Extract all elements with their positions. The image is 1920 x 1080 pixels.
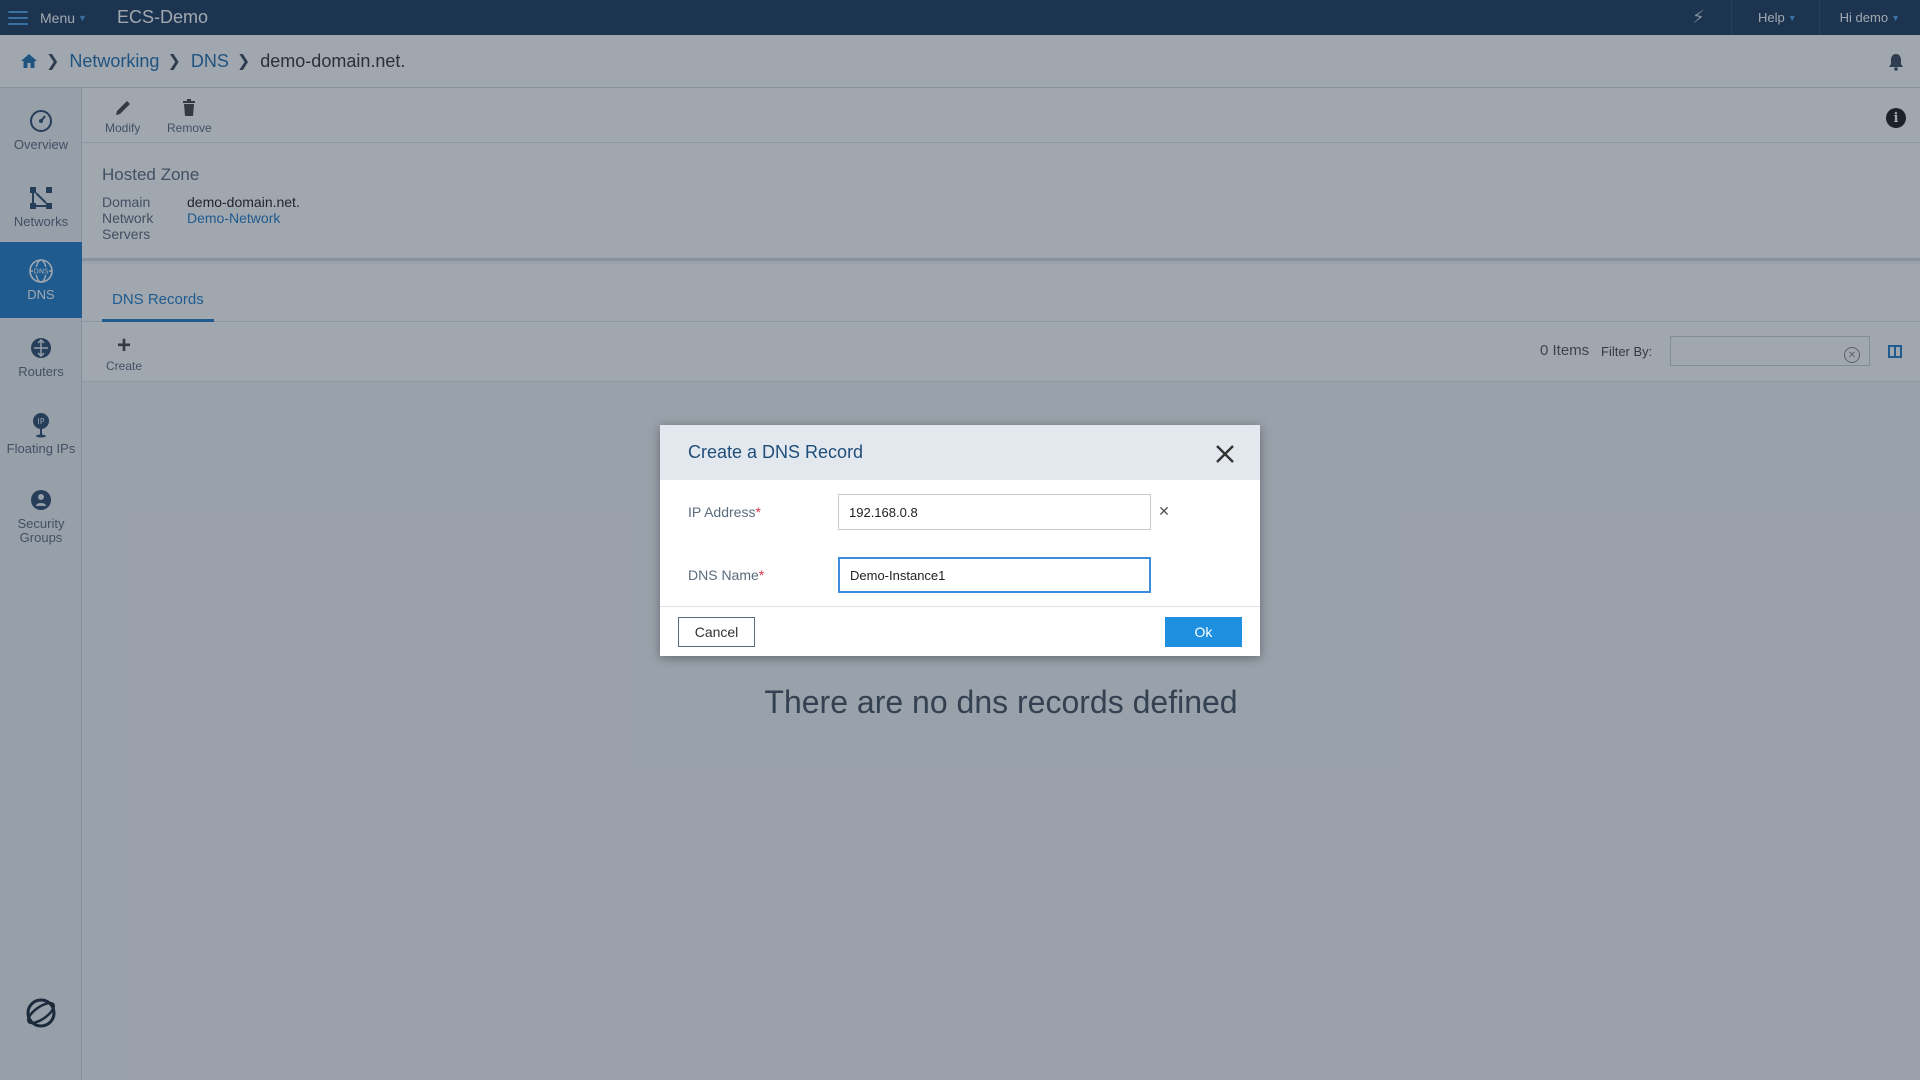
clear-input-icon[interactable]: ✕ (1156, 503, 1172, 519)
ip-address-input[interactable] (838, 494, 1151, 530)
dns-name-label: DNS Name* (688, 567, 765, 583)
cancel-button[interactable]: Cancel (678, 617, 755, 647)
dialog-footer: Cancel Ok (660, 606, 1260, 656)
dialog-title: Create a DNS Record (688, 442, 864, 462)
dns-name-row: DNS Name* (688, 556, 1248, 594)
ip-address-row: IP Address* ✕ (688, 493, 1248, 531)
dialog-header: Create a DNS Record (660, 425, 1260, 480)
ok-button[interactable]: Ok (1165, 617, 1242, 647)
close-icon[interactable] (1214, 443, 1236, 465)
ip-address-label: IP Address* (688, 504, 761, 520)
dns-name-input[interactable] (838, 557, 1151, 593)
create-dns-record-dialog: Create a DNS Record IP Address* ✕ DNS Na… (660, 425, 1260, 656)
